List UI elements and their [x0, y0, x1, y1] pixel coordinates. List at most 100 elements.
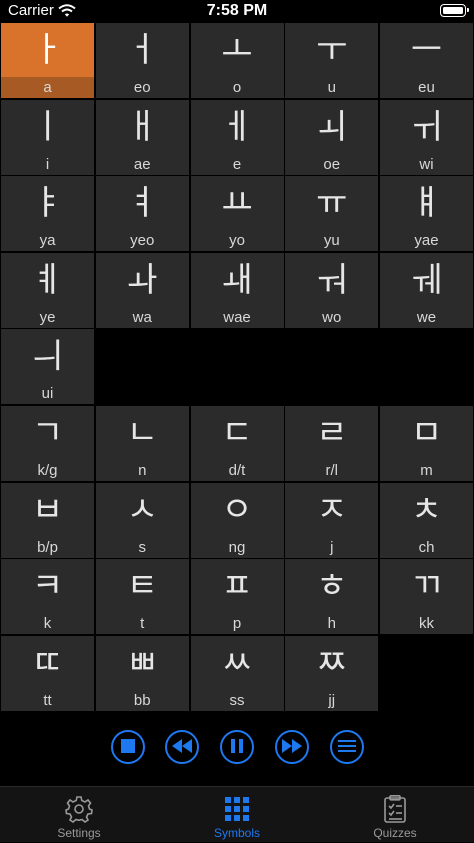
symbol-cell[interactable]: ㄱ k/g	[1, 406, 94, 481]
symbol-cell[interactable]: ㅆ ss	[190, 635, 284, 711]
symbol-cell[interactable]: ㅓ eo	[95, 23, 189, 98]
list-button[interactable]	[330, 730, 364, 764]
symbol-cell[interactable]: ㅙ wae	[190, 252, 284, 328]
symbol-cell[interactable]: ㅠ yu	[285, 176, 379, 251]
romanization-label: yeo	[130, 232, 155, 249]
romanization-label: i	[45, 155, 50, 173]
symbol-cell[interactable]: ㅊ ch	[380, 482, 473, 558]
symbol-cell[interactable]: ㅚ oe	[285, 99, 379, 175]
symbol-cell[interactable]: ㅝ wo	[285, 252, 379, 328]
romanization-label: yae	[414, 232, 439, 249]
symbol-glyph: ㅚ	[316, 106, 348, 147]
gear-icon	[63, 795, 95, 823]
symbol-cell[interactable]: ㄸ tt	[1, 635, 94, 711]
rewind-icon	[172, 738, 192, 757]
status-bar: Carrier 7:58 PM	[0, 0, 474, 24]
romanization-label: p	[232, 615, 242, 632]
symbol-glyph: ㅎ	[316, 566, 348, 606]
symbol-cell[interactable]: ㅣi	[1, 99, 94, 175]
empty-cell	[380, 329, 473, 404]
tab-quizzes[interactable]: Quizzes	[316, 787, 474, 843]
tab-symbols[interactable]: Symbols	[158, 787, 316, 843]
symbol-glyph: ㄷ	[221, 413, 253, 453]
symbol-cell[interactable]: ㅔe	[190, 99, 284, 175]
symbol-cell[interactable]: ㅈj	[285, 482, 379, 558]
symbol-cell[interactable]: ㅂ b/p	[1, 482, 94, 558]
romanization-label: o	[232, 79, 242, 96]
romanization-label: we	[416, 308, 437, 326]
symbol-cell[interactable]: ㅎh	[285, 559, 379, 634]
stop-button[interactable]	[111, 730, 145, 764]
romanization-label: oe	[323, 155, 341, 173]
symbol-cell[interactable]: ㅘ wa	[95, 252, 189, 328]
romanization-label: j	[330, 538, 334, 556]
romanization-label: b/p	[37, 538, 58, 556]
romanization-label: eo	[133, 79, 151, 96]
empty-cell	[191, 329, 284, 404]
symbol-cell[interactable]: ㅒ yae	[380, 176, 473, 251]
symbol-cell[interactable]: ㅇ ng	[190, 482, 284, 558]
romanization-label: wae	[223, 308, 251, 326]
symbol-cell[interactable]: ㅁm	[380, 406, 473, 481]
romanization-label: t	[140, 615, 145, 632]
symbol-glyph: ㅈ	[316, 489, 348, 530]
battery-icon	[440, 4, 469, 17]
symbol-cell[interactable]: ㅕ yeo	[95, 176, 189, 251]
romanization-label: d/t	[228, 462, 246, 479]
stop-icon	[121, 738, 135, 757]
symbol-cell[interactable]: ㅖ ye	[1, 252, 94, 328]
symbol-glyph: ㅔ	[221, 106, 253, 147]
symbol-cell[interactable]: ㄹ r/l	[285, 406, 379, 481]
symbol-glyph: ㅅ	[126, 489, 158, 530]
symbol-cell[interactable]: ㅗo	[190, 23, 284, 98]
symbol-cell[interactable]: ㄷ d/t	[190, 406, 284, 481]
romanization-label: n	[138, 462, 147, 479]
symbol-cell[interactable]: ㅅs	[95, 482, 189, 558]
symbol-cell[interactable]: ㅞ we	[380, 252, 473, 328]
symbol-cell[interactable]: ㅑ ya	[1, 176, 94, 251]
romanization-label: tt	[43, 691, 52, 709]
consonant-grid: ㄱ k/g ㄴ n ㄷ d/t ㄹ r/l ㅁ m ㅂ b/p ㅅ s ㅇ ng ㅈ j ㅊ ch ㅋ k ㅌ t ㅍ p ㅎ h ㄲ k…	[1, 406, 473, 711]
symbol-cell[interactable]: ㅉ jj	[285, 635, 379, 711]
symbol-glyph: ㅋ	[31, 566, 64, 606]
symbol-glyph: ㅇ	[221, 489, 253, 530]
symbol-cell[interactable]: ㅟ wi	[380, 99, 473, 175]
symbol-cell[interactable]: ㅋk	[1, 559, 94, 634]
romanization-label: u	[327, 79, 336, 96]
symbol-glyph: ㅣ	[31, 106, 64, 147]
symbol-glyph: ㅒ	[410, 183, 443, 223]
tab-settings[interactable]: Settings	[0, 787, 158, 843]
symbol-cell[interactable]: ㅃ bb	[95, 635, 189, 711]
list-icon	[338, 738, 356, 757]
symbol-cell[interactable]: ㅌt	[95, 559, 189, 634]
symbol-cell[interactable]: ㄴn	[95, 406, 189, 481]
symbol-glyph: ㅟ	[410, 106, 443, 147]
symbol-cell[interactable]: ㅡ eu	[380, 23, 473, 98]
symbol-glyph: ㅙ	[221, 259, 253, 300]
romanization-label: ae	[133, 155, 151, 173]
symbol-glyph: ㄴ	[126, 413, 158, 453]
romanization-label: yo	[229, 232, 245, 249]
symbol-glyph: ㅘ	[126, 259, 158, 300]
romanization-label: e	[232, 155, 242, 173]
symbol-cell[interactable]: ㅛ yo	[190, 176, 284, 251]
pause-icon	[231, 738, 243, 757]
pause-button[interactable]	[220, 730, 254, 764]
romanization-label: kk	[419, 615, 434, 632]
symbol-cell[interactable]: ㅏa	[1, 23, 94, 98]
symbol-cell[interactable]: ㅐ ae	[95, 99, 189, 175]
next-button[interactable]	[275, 730, 309, 764]
romanization-label: a	[1, 77, 94, 98]
symbol-glyph: ㅍ	[221, 566, 253, 606]
symbol-cell[interactable]: ㅜu	[285, 23, 379, 98]
symbol-glyph: ㅏ	[31, 30, 64, 70]
tab-symbols-label: Symbols	[213, 826, 260, 840]
clipboard-icon	[379, 795, 411, 823]
symbol-cell[interactable]: ㄲ kk	[380, 559, 473, 634]
symbol-cell[interactable]: ㅍp	[190, 559, 284, 634]
romanization-label: r/l	[325, 462, 339, 479]
empty-cell	[96, 329, 189, 404]
symbol-cell[interactable]: ㅢ ui	[1, 329, 94, 404]
previous-button[interactable]	[165, 730, 199, 764]
symbol-glyph: ㅁ	[410, 413, 443, 453]
